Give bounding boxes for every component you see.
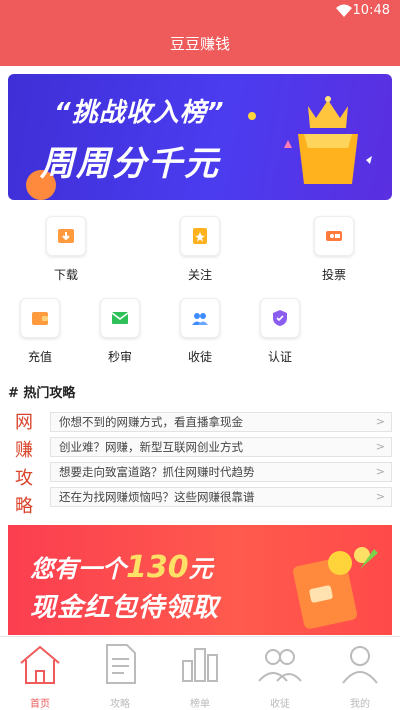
tab-guides[interactable]: 攻略 bbox=[80, 637, 160, 710]
tab-ranking[interactable]: 榜单 bbox=[160, 637, 240, 710]
app-bar: 豆豆赚钱 bbox=[0, 22, 400, 66]
list-item[interactable]: 还在为找网赚烦恼吗？这些网赚很靠谱 > bbox=[50, 487, 392, 507]
grid-item-follow[interactable]: 关注 bbox=[170, 216, 230, 283]
wifi-icon bbox=[336, 4, 352, 17]
chevron-right-icon: > bbox=[375, 465, 385, 478]
vertical-char: 赚 bbox=[15, 440, 33, 461]
tab-profile[interactable]: 我的 bbox=[320, 637, 400, 710]
promo-line2: 现金红包待领取 bbox=[30, 593, 220, 623]
list-item-text: 你想不到的网赚方式，看直播拿现金 bbox=[59, 415, 243, 429]
banner[interactable]: “挑战收入榜” 周周分千元 bbox=[8, 74, 392, 200]
grid-item-verify[interactable]: 认证 bbox=[250, 298, 310, 365]
tab-label: 榜单 bbox=[190, 699, 210, 710]
list-item-text: 想要走向致富道路？抓住网赚时代趋势 bbox=[59, 465, 255, 479]
chevron-right-icon: > bbox=[375, 490, 385, 503]
grid-item-label: 认证 bbox=[267, 350, 292, 364]
banner-decoration bbox=[248, 112, 256, 120]
tab-home[interactable]: 首页 bbox=[0, 637, 80, 710]
grid-item-label: 关注 bbox=[187, 268, 212, 282]
tab-apprentice[interactable]: 收徒 bbox=[240, 637, 320, 710]
status-bar: 10:48 bbox=[0, 0, 400, 22]
vote-icon bbox=[314, 216, 354, 256]
red-envelope-icon bbox=[293, 547, 378, 629]
list-item-text: 创业难？网赚，新型互联网创业方式 bbox=[59, 440, 243, 454]
promo-banner[interactable]: 您有一个130元 现金红包待领取 bbox=[8, 525, 392, 635]
tab-label: 收徒 bbox=[270, 699, 290, 710]
banner-title: “挑战收入榜” bbox=[54, 98, 225, 128]
banner-subtitle: 周周分千元 bbox=[40, 144, 220, 184]
page-title: 豆豆赚钱 bbox=[169, 35, 230, 53]
grid-item-apprentice[interactable]: 收徒 bbox=[170, 298, 230, 365]
tab-label: 我的 bbox=[350, 699, 370, 710]
user-icon bbox=[342, 646, 378, 684]
status-time: 10:48 bbox=[352, 3, 390, 18]
shield-icon bbox=[260, 298, 300, 338]
grid-item-download[interactable]: 下载 bbox=[36, 216, 96, 283]
crown-trophy-icon bbox=[284, 96, 372, 184]
tab-label: 首页 bbox=[30, 699, 50, 710]
list-item[interactable]: 创业难？网赚，新型互联网创业方式 > bbox=[50, 437, 392, 457]
promo-line1: 您有一个130元 bbox=[30, 550, 213, 585]
apprentice-icon bbox=[180, 298, 220, 338]
tab-label: 攻略 bbox=[110, 699, 130, 710]
grid-item-label: 充值 bbox=[27, 350, 52, 364]
list-item-text: 还在为找网赚烦恼吗？这些网赚很靠谱 bbox=[59, 490, 255, 504]
grid-item-quick-review[interactable]: 秒审 bbox=[90, 298, 150, 365]
home-icon bbox=[20, 645, 60, 684]
grid-item-label: 秒审 bbox=[107, 350, 132, 364]
follow-icon bbox=[180, 216, 220, 256]
chevron-right-icon: > bbox=[375, 415, 385, 428]
download-icon bbox=[46, 216, 86, 256]
grid-item-label: 收徒 bbox=[187, 350, 212, 364]
tab-bar: 首页 攻略 榜单 收徒 我的 bbox=[0, 636, 400, 710]
grid-item-label: 投票 bbox=[321, 268, 346, 282]
vertical-char: 略 bbox=[15, 496, 33, 517]
chevron-right-icon: > bbox=[375, 440, 385, 453]
wallet-icon bbox=[20, 298, 60, 338]
tips-vertical-label: 网 赚 攻 略 bbox=[10, 408, 38, 520]
grid-item-recharge[interactable]: 充值 bbox=[10, 298, 70, 365]
list-item[interactable]: 想要走向致富道路？抓住网赚时代趋势 > bbox=[50, 462, 392, 482]
grid-item-vote[interactable]: 投票 bbox=[304, 216, 364, 283]
list-item[interactable]: 你想不到的网赚方式，看直播拿现金 > bbox=[50, 412, 392, 432]
section-title: # 热门攻略 bbox=[8, 386, 76, 401]
bar-chart-icon bbox=[182, 648, 218, 682]
grid-item-label: 下载 bbox=[53, 268, 78, 282]
vertical-char: 攻 bbox=[15, 468, 33, 489]
document-icon bbox=[106, 644, 136, 684]
group-icon bbox=[258, 649, 302, 682]
vertical-char: 网 bbox=[15, 412, 33, 433]
mail-icon bbox=[100, 298, 140, 338]
